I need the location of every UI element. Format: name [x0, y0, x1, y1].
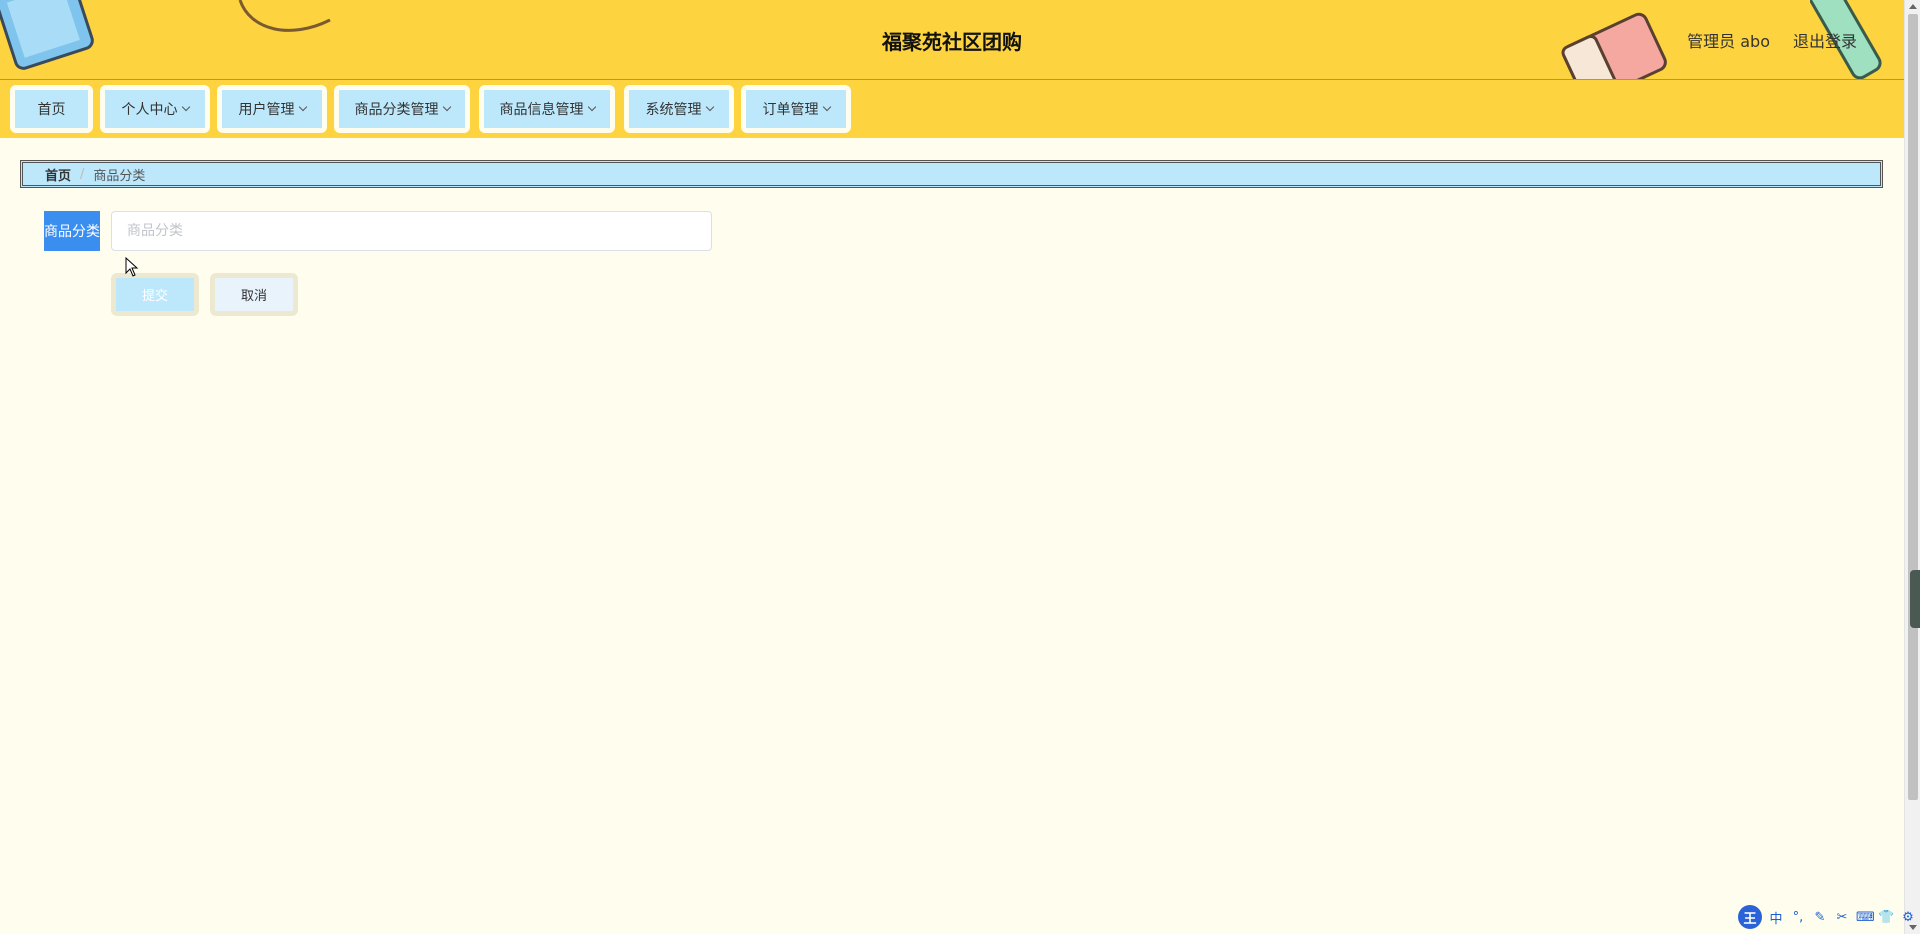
chevron-down-icon [822, 102, 831, 112]
keyboard-icon[interactable]: ⌨ [1856, 910, 1875, 925]
punctuation-icon[interactable]: °, [1790, 910, 1806, 925]
breadcrumb-separator: / [80, 166, 85, 182]
cancel-button-label: 取消 [240, 289, 267, 304]
nav-item-home[interactable]: 首页 [10, 85, 93, 133]
cancel-button[interactable]: 取消 [210, 273, 298, 316]
page-scrollbar[interactable] [1904, 0, 1920, 934]
current-user: 管理员 abo [1687, 32, 1770, 51]
nav-item-category-management[interactable]: 商品分类管理 [334, 85, 470, 133]
nav-item-label: 首页 [37, 102, 66, 118]
category-input[interactable] [111, 211, 712, 251]
nav-item-system-management[interactable]: 系统管理 [624, 85, 734, 133]
breadcrumb: 首页 / 商品分类 [20, 160, 1883, 188]
nav-item-order-management[interactable]: 订单管理 [741, 85, 851, 133]
scroll-thumb[interactable] [1908, 14, 1918, 800]
nav-item-label: 个人中心 [121, 102, 178, 118]
category-label: 商品分类 [44, 211, 100, 251]
nav-item-label: 系统管理 [645, 102, 702, 118]
breadcrumb-current: 商品分类 [93, 168, 146, 184]
chevron-down-icon [181, 102, 190, 112]
chevron-down-icon [298, 102, 307, 112]
pen-icon[interactable]: ✎ [1812, 910, 1828, 925]
ime-toolbar: 王 中 °, ✎ ✂ ⌨ 👕 ⚙ [1738, 904, 1916, 930]
submit-button-label: 提交 [141, 289, 168, 304]
ime-logo-icon[interactable]: 王 [1738, 905, 1762, 929]
nav-item-label: 订单管理 [762, 102, 819, 118]
header: 福聚苑社区团购 管理员 abo 退出登录 [0, 0, 1904, 80]
chevron-down-icon [442, 102, 451, 112]
submit-button[interactable]: 提交 [111, 273, 199, 316]
side-drawer-handle[interactable] [1910, 570, 1920, 628]
nav-item-label: 用户管理 [238, 102, 295, 118]
nav-item-product-management[interactable]: 商品信息管理 [479, 85, 615, 133]
nav-item-personal-center[interactable]: 个人中心 [100, 85, 210, 133]
ime-mode-toggle[interactable]: 中 [1768, 908, 1784, 927]
scroll-up-arrow-icon[interactable] [1909, 4, 1917, 9]
chevron-down-icon [587, 102, 596, 112]
logout-link[interactable]: 退出登录 [1793, 28, 1857, 52]
skin-icon[interactable]: 👕 [1878, 910, 1894, 925]
nav-item-label: 商品信息管理 [499, 102, 584, 118]
site-title: 福聚苑社区团购 [882, 30, 1022, 54]
chevron-down-icon [705, 102, 714, 112]
mouse-cursor-icon [125, 257, 139, 277]
main-nav: 首页 个人中心 用户管理 商品分类管理 商品信息管理 系统管理 订单管理 [0, 80, 1904, 138]
nav-item-user-management[interactable]: 用户管理 [217, 85, 327, 133]
settings-icon[interactable]: ⚙ [1900, 910, 1916, 925]
nav-item-label: 商品分类管理 [354, 102, 439, 118]
breadcrumb-home[interactable]: 首页 [45, 165, 71, 184]
scissors-icon[interactable]: ✂ [1834, 910, 1850, 925]
